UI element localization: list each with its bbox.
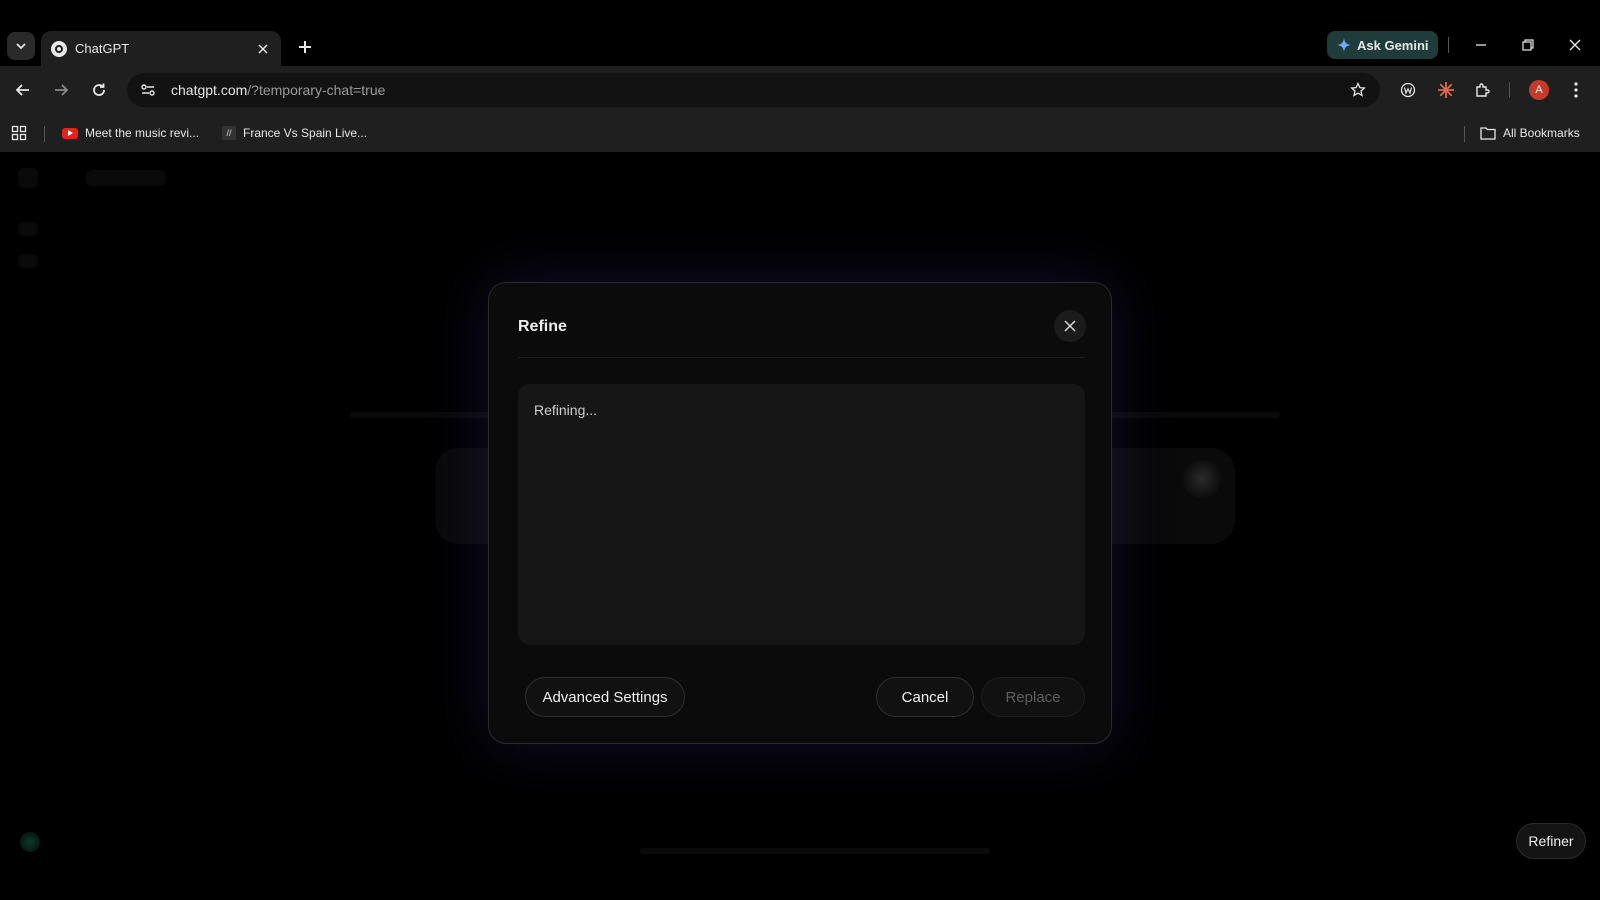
url-path: /?temporary-chat=true xyxy=(247,82,386,98)
advanced-settings-button[interactable]: Advanced Settings xyxy=(525,677,685,717)
minimize-icon xyxy=(1476,44,1486,46)
refined-output-area: Refining... xyxy=(518,384,1085,645)
plus-icon xyxy=(299,41,311,53)
chatgpt-favicon-icon xyxy=(51,40,67,57)
tab-chatgpt[interactable]: ChatGPT xyxy=(41,31,281,66)
dialog-divider xyxy=(518,357,1085,358)
close-window-button[interactable] xyxy=(1563,34,1587,56)
apps-grid-button[interactable] xyxy=(11,122,27,144)
tab-search-button[interactable] xyxy=(7,32,35,60)
bookmark-label: France Vs Spain Live... xyxy=(243,126,368,140)
extension-sun-icon[interactable] xyxy=(1434,78,1458,102)
restore-icon xyxy=(1522,39,1534,51)
bookmarks-separator xyxy=(1464,126,1465,142)
extension-w-icon[interactable] xyxy=(1396,78,1420,102)
extensions-puzzle-icon[interactable] xyxy=(1471,78,1495,102)
model-selector xyxy=(86,170,166,186)
reload-icon xyxy=(93,83,105,96)
refiner-button[interactable]: Refiner xyxy=(1516,823,1586,859)
new-tab-button[interactable] xyxy=(294,36,316,58)
dialog-title: Refine xyxy=(518,318,567,335)
replace-button[interactable]: Replace xyxy=(981,677,1085,717)
folder-icon xyxy=(1480,127,1496,140)
address-bar[interactable]: chatgpt.com /?temporary-chat=true xyxy=(127,73,1380,107)
bookmarks-bar: Meet the music revi... // France Vs Spai… xyxy=(0,114,1600,152)
bookmarks-separator xyxy=(44,126,45,142)
close-icon xyxy=(1569,39,1581,51)
apps-grid-icon xyxy=(11,125,27,141)
tab-title: ChatGPT xyxy=(75,41,130,56)
profile-avatar-button[interactable]: A xyxy=(1527,78,1551,102)
chevron-down-icon xyxy=(16,43,26,50)
footer-disclaimer-placeholder xyxy=(640,848,990,854)
tab-close-icon[interactable] xyxy=(255,41,271,57)
toolbar-separator xyxy=(1448,37,1449,53)
minimize-button[interactable] xyxy=(1469,34,1493,56)
ask-gemini-button[interactable]: Ask Gemini xyxy=(1327,31,1438,59)
sidebar-item-icon xyxy=(18,222,38,236)
restore-button[interactable] xyxy=(1516,34,1540,56)
refining-status-text: Refining... xyxy=(534,402,598,418)
forward-button[interactable] xyxy=(49,78,73,102)
menu-kebab-icon[interactable] xyxy=(1564,78,1588,102)
toolbar-separator xyxy=(1509,82,1510,98)
all-bookmarks-label: All Bookmarks xyxy=(1503,126,1580,140)
avatar: A xyxy=(1529,80,1549,100)
bookmark-item-1[interactable]: // France Vs Spain Live... xyxy=(222,122,367,144)
refine-dialog: Refine Refining... Advanced Settings Can… xyxy=(488,282,1112,744)
reload-button[interactable] xyxy=(87,78,111,102)
bookmark-star-icon[interactable] xyxy=(1348,80,1368,100)
cancel-button[interactable]: Cancel xyxy=(876,677,974,717)
youtube-icon xyxy=(62,127,78,139)
sidebar-toggle-icon xyxy=(18,168,38,188)
browser-toolbar: chatgpt.com /?temporary-chat=true A xyxy=(0,66,1600,114)
gemini-sparkle-icon xyxy=(1337,38,1351,52)
url-host: chatgpt.com xyxy=(171,82,248,98)
send-button-glow xyxy=(1183,460,1221,498)
all-bookmarks-button[interactable]: All Bookmarks xyxy=(1480,122,1580,144)
tab-strip: ChatGPT Ask Gemini xyxy=(0,0,1600,66)
site-icon: // xyxy=(222,126,236,140)
status-dot-icon xyxy=(20,832,40,852)
arrow-left-icon xyxy=(15,84,29,96)
site-info-icon[interactable] xyxy=(137,79,159,101)
dialog-close-button[interactable] xyxy=(1054,310,1086,342)
close-icon xyxy=(1064,320,1076,332)
back-button[interactable] xyxy=(11,78,35,102)
bookmark-item-0[interactable]: Meet the music revi... xyxy=(62,122,199,144)
ask-gemini-label: Ask Gemini xyxy=(1357,37,1429,53)
arrow-right-icon xyxy=(55,84,69,96)
sidebar-item-icon xyxy=(18,254,38,268)
bookmark-label: Meet the music revi... xyxy=(85,126,200,140)
